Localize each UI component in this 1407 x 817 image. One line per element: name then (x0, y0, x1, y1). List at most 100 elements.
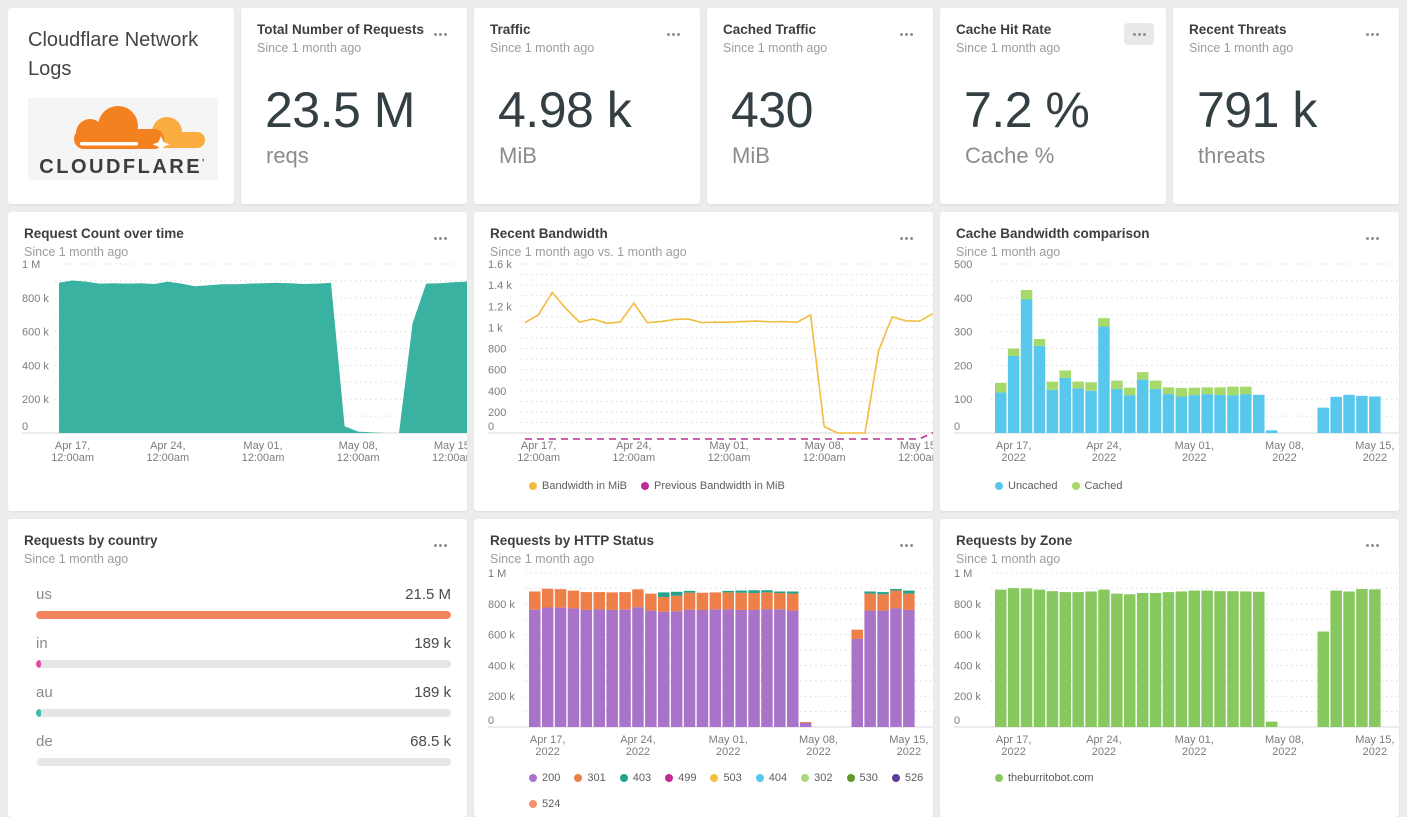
bar-segment (1124, 395, 1136, 434)
legend-item[interactable]: 302 (801, 772, 833, 784)
panel-request-count: Request Count over time Since 1 month ag… (8, 212, 467, 511)
recent-bandwidth-chart: 1.6 k 1.4 k 1.2 k 1 k 800 600 400 200 0 Apr 17, 12… (474, 259, 933, 474)
bar-segment (903, 593, 915, 611)
legend-item[interactable]: Previous Bandwidth in MiB (641, 480, 785, 492)
bar-segment (670, 596, 683, 612)
bar-segment (877, 592, 889, 595)
svg-text:May 15,12:00am: May 15,12:00am (898, 440, 933, 464)
chart-legend: 200 301 403 499 503 404 302 530 526 524 (474, 772, 933, 810)
legend-dot-icon (529, 800, 537, 809)
chart-legend: Uncached Cached (940, 480, 1399, 492)
bar-segment (774, 591, 786, 594)
svg-text:400 k: 400 k (488, 661, 515, 673)
legend-item[interactable]: Uncached (995, 480, 1058, 492)
request-count-chart: 1 M 800 k 600 k 400 k 200 k 0 Apr 17, 12:00am Ap… (8, 259, 467, 474)
legend-item[interactable]: Cached (1071, 480, 1122, 492)
svg-text:200: 200 (954, 361, 972, 373)
legend-item[interactable]: 524 (529, 798, 560, 810)
bar-segment (722, 609, 734, 728)
bar-segment (787, 593, 799, 611)
panel-menu-button[interactable] (891, 534, 921, 556)
bar-segment (903, 610, 915, 728)
country-row: au 189 k (36, 684, 451, 718)
svg-text:1 M: 1 M (954, 568, 972, 580)
svg-text:0: 0 (954, 715, 960, 727)
legend-item[interactable]: 200 (529, 772, 560, 784)
svg-text:800 k: 800 k (954, 599, 981, 611)
ellipsis-menu-icon (671, 32, 675, 36)
bar-segment (877, 594, 889, 611)
ellipsis-menu-icon (438, 32, 442, 36)
bar-segment (1149, 380, 1162, 390)
bar-segment (748, 590, 760, 594)
stat-unit: Cache % (965, 143, 1055, 169)
legend-item[interactable]: 526 (891, 772, 923, 784)
legend-label: 524 (542, 798, 561, 811)
panel-menu-button[interactable] (425, 227, 455, 249)
chart-legend: Bandwidth in MiB Previous Bandwidth in Mi… (474, 480, 933, 492)
legend-item[interactable]: 530 (846, 772, 878, 784)
bar-segment (645, 610, 657, 728)
bar-segment (593, 609, 605, 728)
ellipsis-menu-icon (438, 543, 442, 547)
bar-segment (619, 592, 631, 610)
svg-text:500: 500 (954, 259, 972, 271)
bar-segment (787, 591, 799, 594)
panel-title: Requests by HTTP Status (490, 533, 655, 548)
legend-label: 403 (632, 772, 652, 785)
svg-text:800: 800 (488, 344, 506, 356)
panel-menu-button[interactable] (891, 227, 921, 249)
panel-subtitle: Since 1 month ago vs. 1 month ago (490, 245, 687, 260)
panel-subtitle: Since 1 month ago (956, 552, 1061, 567)
bar-segment (1369, 589, 1381, 728)
svg-text:0: 0 (22, 421, 28, 433)
bar-segment (1085, 382, 1097, 391)
bar-segment (670, 611, 683, 728)
bar-segment (1124, 594, 1136, 728)
svg-text:200 k: 200 k (488, 691, 515, 703)
legend-dot-icon (995, 482, 1003, 491)
bar-segment (696, 610, 709, 728)
panel-subtitle: Since 1 month ago (490, 41, 595, 56)
stat-unit: threats (1198, 143, 1266, 169)
panel-menu-button[interactable] (1357, 227, 1387, 249)
bar-segment (761, 590, 773, 593)
legend-item[interactable]: 301 (574, 772, 606, 784)
legend-dot-icon (801, 774, 810, 783)
bar-segment (1136, 372, 1149, 380)
stat-unit: reqs (266, 143, 309, 169)
legend-item[interactable]: 499 (665, 772, 696, 784)
legend-item[interactable]: 403 (619, 772, 652, 785)
legend-item[interactable]: 503 (710, 772, 742, 784)
bar-segment (606, 610, 618, 728)
country-value: 189 k (414, 684, 451, 702)
panel-menu-button[interactable] (658, 23, 688, 45)
panel-title: Recent Threats (1189, 22, 1287, 37)
panel-menu-button[interactable] (1124, 23, 1154, 45)
panel-menu-button[interactable] (891, 23, 921, 45)
panel-menu-button[interactable] (425, 534, 455, 556)
panel-subtitle: Since 1 month ago (490, 552, 595, 567)
panel-menu-button[interactable] (1357, 534, 1387, 556)
legend-item[interactable]: theburritobot.com (995, 772, 1094, 784)
stat-value: 7.2 % (964, 82, 1090, 139)
legend-label: Uncached (1008, 480, 1058, 493)
bar-segment (529, 591, 541, 610)
legend-item[interactable]: 404 (755, 772, 787, 784)
panel-recent-bandwidth: Recent Bandwidth Since 1 month ago vs. 1… (474, 212, 933, 511)
stat-value: 23.5 M (265, 82, 415, 139)
svg-text:May 01,2022: May 01, 2022 (1175, 734, 1214, 758)
bar-segment (735, 590, 747, 593)
bar-segment (1356, 589, 1368, 728)
bar-segment (1162, 387, 1175, 395)
legend-item[interactable]: Bandwidth in MiB (529, 480, 627, 492)
stat-unit: MiB (732, 143, 770, 169)
panel-menu-button[interactable] (1357, 23, 1387, 45)
panel-menu-button[interactable] (425, 23, 455, 45)
legend-dot-icon (619, 774, 628, 783)
bar-segment (1059, 370, 1071, 379)
country-row: in 189 k (36, 635, 451, 669)
bar-segment (709, 609, 722, 728)
svg-text:May 15,12:00am: May 15,12:00am (432, 440, 467, 464)
panel-requests-by-country: Requests by country Since 1 month ago us… (8, 519, 467, 817)
